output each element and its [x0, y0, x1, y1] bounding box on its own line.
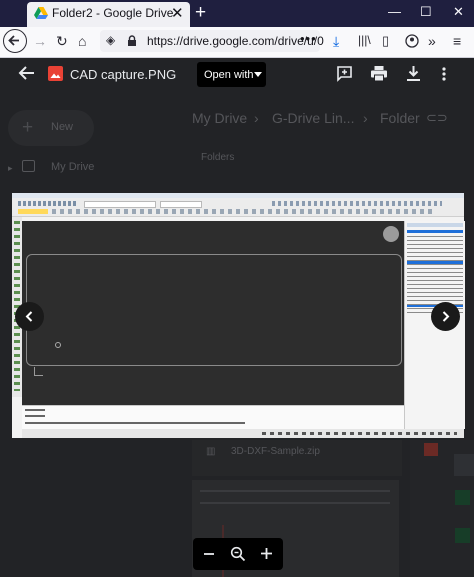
close-viewer-back-icon[interactable] [18, 65, 36, 81]
cad-status-bar [22, 429, 464, 438]
command-text [25, 422, 245, 424]
sidebar-icon[interactable]: ▯ [382, 33, 389, 49]
image-file-icon [48, 66, 63, 81]
command-text [25, 415, 45, 417]
toolbar-icons [18, 201, 78, 206]
google-drive-favicon-icon [34, 7, 48, 19]
breadcrumb-chevron-icon: › [254, 110, 259, 126]
download-icon[interactable] [405, 65, 422, 82]
link-icon[interactable]: ⊂⊃ [426, 110, 448, 126]
url-text: https://drive.google.com/drive/u/0 [147, 34, 324, 48]
library-icon[interactable]: |||\ [358, 33, 371, 47]
breadcrumb-chevron-icon: › [363, 110, 368, 126]
shield-icon[interactable]: ◈ [106, 33, 115, 47]
file-name: 3D-DXF-Sample.zip [231, 446, 320, 457]
home-icon[interactable]: ⌂ [78, 33, 86, 49]
download-icon[interactable]: ⤓ [333, 33, 339, 50]
cad-command-line [22, 405, 404, 430]
sheets-icon [455, 528, 470, 543]
sheets-icon [455, 490, 470, 505]
back-button[interactable] [3, 29, 27, 53]
cad-layer-combo [18, 209, 48, 214]
next-file-button[interactable] [431, 302, 460, 331]
panel-header [407, 223, 463, 227]
tab-title: Folder2 - Google Drive [52, 6, 174, 20]
image-preview [12, 193, 465, 438]
open-with-label: Open with [204, 69, 254, 81]
panel-selected-row [407, 230, 463, 233]
overflow-chevron-icon[interactable]: » [428, 33, 436, 49]
back-arrow-icon [8, 35, 19, 46]
cad-ucs-icon [34, 367, 43, 376]
account-icon[interactable] [405, 34, 419, 48]
page-actions-icon[interactable]: ••• [300, 31, 317, 46]
my-drive-icon [22, 160, 35, 172]
cad-circle [55, 342, 61, 348]
breadcrumb-my-drive[interactable]: My Drive [192, 110, 247, 126]
cad-rounded-rectangle [26, 254, 402, 366]
cad-drawing-canvas [22, 221, 404, 405]
chevron-down-icon [254, 72, 262, 77]
toolbar-icons [272, 201, 442, 206]
maximize-icon[interactable]: ☐ [420, 4, 432, 20]
menu-icon[interactable]: ≡ [453, 33, 461, 49]
more-options-icon[interactable] [442, 67, 446, 81]
zip-file-icon: ▥ [206, 446, 216, 457]
previous-file-button[interactable] [15, 302, 44, 331]
add-comment-icon[interactable] [336, 65, 353, 82]
file-badge [454, 454, 474, 476]
zoom-out-icon[interactable] [203, 549, 215, 559]
png-file-icon [424, 443, 438, 456]
breadcrumb-g-drive[interactable]: G-Drive Lin... [272, 110, 354, 126]
window-close-icon[interactable]: ✕ [453, 4, 464, 20]
cad-combo-box [160, 201, 202, 208]
section-folders-label: Folders [201, 152, 235, 163]
chevron-right-icon [442, 311, 450, 322]
plus-icon: + [22, 117, 34, 138]
new-button-label: New [51, 121, 74, 133]
toolbar-icons [52, 209, 432, 214]
chevron-left-icon [25, 311, 33, 322]
forward-icon[interactable]: → [33, 33, 47, 49]
tab-close-icon[interactable]: ✕ [171, 4, 184, 22]
reload-icon[interactable]: ↻ [56, 33, 68, 50]
status-indicators [262, 432, 457, 435]
zoom-reset-magnifier-icon[interactable] [230, 546, 246, 562]
cad-ribbon-toolbar [12, 198, 464, 217]
cad-combo-box [84, 201, 156, 208]
command-text [25, 409, 45, 411]
zoom-in-icon[interactable] [260, 547, 273, 560]
new-tab-icon[interactable]: + [195, 2, 206, 24]
cad-view-cube [383, 226, 399, 242]
minimize-icon[interactable]: — [388, 4, 401, 19]
breadcrumb-folder[interactable]: Folder [380, 110, 420, 126]
sidebar-item-my-drive[interactable]: My Drive [51, 161, 94, 173]
viewer-file-name: CAD capture.PNG [70, 67, 177, 82]
print-icon[interactable] [370, 65, 388, 82]
lock-icon[interactable] [127, 35, 137, 47]
expand-arrow-icon[interactable]: ▸ [8, 163, 13, 174]
thumbnail-line [200, 490, 390, 492]
thumbnail-line [200, 502, 390, 504]
